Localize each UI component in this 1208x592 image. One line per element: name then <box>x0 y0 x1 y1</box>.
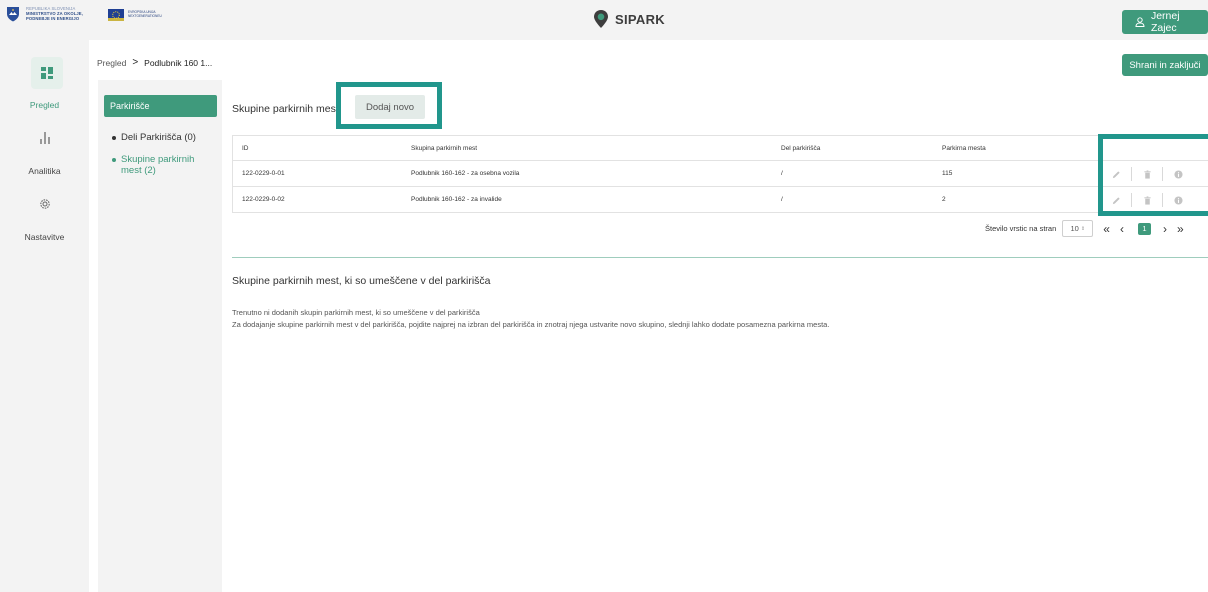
eu-logo: EVROPSKA UNIJA NEXTGENERATIONEU <box>108 9 162 21</box>
breadcrumb: Pregled > Podlubnik 160 1... <box>97 57 212 68</box>
breadcrumb-bar: Pregled > Podlubnik 160 1... Shrani in z… <box>89 40 1208 80</box>
user-name: Jernej Zajec <box>1150 10 1180 34</box>
bar-chart-icon[interactable] <box>40 132 50 144</box>
section-divider <box>232 257 1208 258</box>
left-nav: Pregled Analitika Nastavitve <box>0 40 89 592</box>
tree-item-groups-label: Skupine parkirnih mest (2) <box>121 154 195 176</box>
placed-groups-title: Skupine parkirnih mest, ki so umeščene v… <box>232 275 491 287</box>
current-page-button[interactable]: 1 <box>1137 222 1151 235</box>
breadcrumb-current: Podlubnik 160 1... <box>144 57 213 68</box>
user-icon <box>1135 17 1145 27</box>
add-new-button[interactable]: Dodaj novo <box>355 95 425 119</box>
location-pin-icon <box>594 10 608 28</box>
placed-groups-empty-text: Trenutno ni dodanih skupin parkirnih mes… <box>232 308 480 317</box>
gov-line-3: PODNEBJE IN ENERGIJO <box>26 16 80 21</box>
previous-page-icon[interactable]: ‹ <box>1120 222 1124 236</box>
last-page-icon[interactable]: » <box>1177 222 1184 236</box>
coat-of-arms-icon <box>7 7 19 22</box>
user-menu-button[interactable]: Jernej Zajec <box>1122 10 1208 34</box>
nav-item-pregled[interactable]: Pregled <box>0 100 89 110</box>
groups-title: Skupine parkirnih mest <box>232 103 339 115</box>
bullet-icon <box>112 136 116 140</box>
cell-spots: 2 <box>942 196 946 203</box>
cell-group: Podlubnik 160-162 - za invalide <box>411 196 502 203</box>
rows-per-page-select[interactable]: 10 ⇕ <box>1062 220 1094 237</box>
parking-lot-button[interactable]: Parkirišče <box>104 95 217 117</box>
gear-icon[interactable] <box>39 198 51 210</box>
tree-item-parts[interactable]: Deli Parkirišča (0) <box>112 132 196 143</box>
dashboard-icon <box>41 67 53 79</box>
table-pagination: Število vrstic na stran 10 ⇕ « ‹ 1 › » <box>985 220 1184 237</box>
cell-group: Podlubnik 160-162 - za osebna vozila <box>411 170 520 177</box>
rows-per-page-label: Število vrstic na stran <box>985 224 1057 233</box>
spinner-arrows-icon: ⇕ <box>1080 225 1086 232</box>
sipark-brand[interactable]: SIPARK <box>592 9 665 29</box>
eu-line-2: NEXTGENERATIONEU <box>128 14 162 18</box>
tree-item-groups[interactable]: Skupine parkirnih mest (2) <box>112 154 212 176</box>
nav-item-analitika[interactable]: Analitika <box>0 166 89 176</box>
row-actions-highlight <box>1098 134 1208 216</box>
cell-spots: 115 <box>942 170 953 177</box>
rows-per-page-value: 10 <box>1070 224 1079 233</box>
first-page-icon[interactable]: « <box>1103 222 1110 236</box>
column-header-part[interactable]: Del parkirišča <box>781 145 820 152</box>
column-header-spots[interactable]: Parkirna mesta <box>942 145 986 152</box>
table-row[interactable]: 122-0229-0-02 Podlubnik 160-162 - za inv… <box>232 187 1208 213</box>
cell-part: / <box>781 170 783 177</box>
cell-id: 122-0229-0-01 <box>242 170 285 177</box>
tree-item-parts-label: Deli Parkirišča (0) <box>121 132 196 143</box>
nav-item-pregled-icon-box[interactable] <box>31 57 63 89</box>
eu-flag-icon <box>108 9 124 21</box>
column-header-group[interactable]: Skupina parkirnih mest <box>411 145 477 152</box>
cell-id: 122-0229-0-02 <box>242 196 285 203</box>
column-header-id[interactable]: ID <box>242 145 249 152</box>
bullet-icon <box>112 158 116 162</box>
cell-part: / <box>781 196 783 203</box>
parking-subpanel: Parkirišče Deli Parkirišča (0) Skupine p… <box>98 80 222 592</box>
table-row[interactable]: 122-0229-0-01 Podlubnik 160-162 - za ose… <box>232 161 1208 187</box>
top-bar: REPUBLIKA SLOVENIJA MINISTRSTVO ZA OKOLJ… <box>0 0 1208 40</box>
brand-name: SIPARK <box>615 11 665 27</box>
breadcrumb-separator: > <box>132 57 139 68</box>
placed-groups-hint-text: Za dodajanje skupine parkirnih mest v de… <box>232 320 830 329</box>
breadcrumb-root[interactable]: Pregled <box>97 58 126 68</box>
nav-item-nastavitve[interactable]: Nastavitve <box>0 232 89 242</box>
government-logo: REPUBLIKA SLOVENIJA MINISTRSTVO ZA OKOLJ… <box>6 6 83 22</box>
save-and-finish-button[interactable]: Shrani in zaključi <box>1122 54 1208 76</box>
table-header: ID Skupina parkirnih mest Del parkirišča… <box>232 135 1208 161</box>
next-page-icon[interactable]: › <box>1163 222 1167 236</box>
